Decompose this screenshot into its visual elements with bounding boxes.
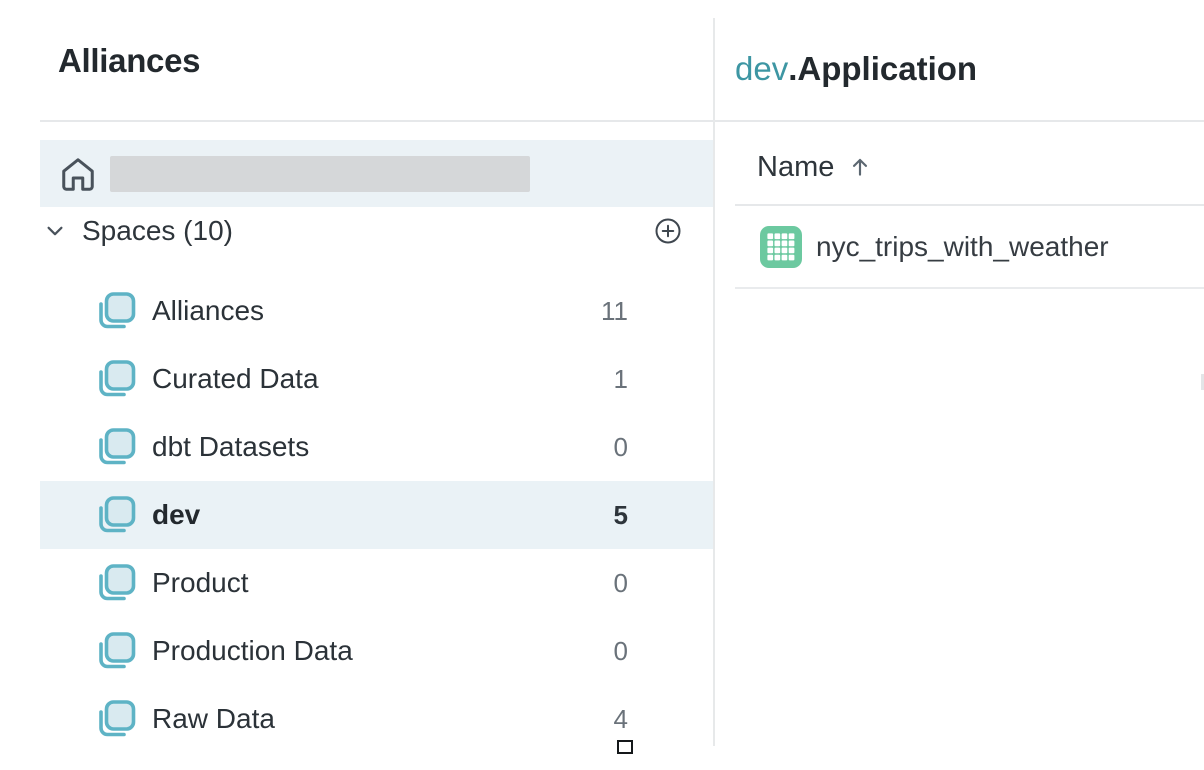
space-item-count: 0 <box>614 568 628 599</box>
sidebar-panel: Alliances Spaces (10) <box>0 0 713 770</box>
sidebar-title-divider <box>40 120 713 122</box>
arrow-up-icon <box>847 154 873 180</box>
dataset-list: nyc_trips_with_weather <box>735 206 1204 289</box>
space-icon <box>95 358 137 400</box>
space-item-count: 0 <box>614 636 628 667</box>
space-item-label: dev <box>152 499 200 531</box>
spaces-section-label: Spaces (10) <box>82 215 233 247</box>
space-item[interactable]: dev 5 <box>40 481 713 549</box>
space-item-label: Curated Data <box>152 363 319 395</box>
spaces-tree: Alliances 11 Curated Data 1 dbt Datasets… <box>40 277 713 753</box>
dataset-table-icon <box>760 226 802 268</box>
space-item[interactable]: Alliances 11 <box>40 277 713 345</box>
dataset-row[interactable]: nyc_trips_with_weather <box>735 206 1204 289</box>
space-icon <box>95 698 137 740</box>
breadcrumb-current-folder: Application <box>797 50 977 87</box>
dataset-name: nyc_trips_with_weather <box>816 231 1109 263</box>
space-icon <box>95 562 137 604</box>
space-item[interactable]: Product 0 <box>40 549 713 617</box>
space-item-count: 11 <box>601 296 628 327</box>
spaces-section-header[interactable]: Spaces (10) <box>40 205 713 257</box>
space-item-label: Raw Data <box>152 703 275 735</box>
space-item[interactable]: Raw Data 4 <box>40 685 713 753</box>
breadcrumb-separator: . <box>788 50 797 87</box>
app-root: Alliances Spaces (10) <box>0 0 1204 770</box>
space-item-count: 1 <box>614 364 628 395</box>
redacted-text-placeholder <box>110 156 530 192</box>
space-icon <box>95 494 137 536</box>
sidebar-title: Alliances <box>58 42 200 80</box>
cursor-artifact-square <box>617 740 633 754</box>
space-item[interactable]: Curated Data 1 <box>40 345 713 413</box>
space-icon <box>95 630 137 672</box>
name-column-label: Name <box>757 151 834 184</box>
main-panel: dev.Application Name <box>715 0 1204 770</box>
space-item-label: Product <box>152 567 249 599</box>
space-item-label: Production Data <box>152 635 353 667</box>
space-item[interactable]: Production Data 0 <box>40 617 713 685</box>
breadcrumb: dev.Application <box>735 50 977 88</box>
space-item-count: 4 <box>614 704 628 735</box>
space-item-count: 0 <box>614 432 628 463</box>
main-header-divider <box>715 120 1204 122</box>
space-item-label: Alliances <box>152 295 264 327</box>
table-name-column-header[interactable]: Name <box>757 140 873 194</box>
home-icon <box>59 155 97 193</box>
space-item[interactable]: dbt Datasets 0 <box>40 413 713 481</box>
breadcrumb-space-link[interactable]: dev <box>735 50 788 87</box>
space-item-count: 5 <box>614 500 628 531</box>
home-row[interactable] <box>40 140 713 207</box>
chevron-down-icon[interactable] <box>44 220 66 242</box>
space-icon <box>95 290 137 332</box>
add-space-button[interactable] <box>653 216 683 246</box>
space-icon <box>95 426 137 468</box>
space-item-label: dbt Datasets <box>152 431 309 463</box>
